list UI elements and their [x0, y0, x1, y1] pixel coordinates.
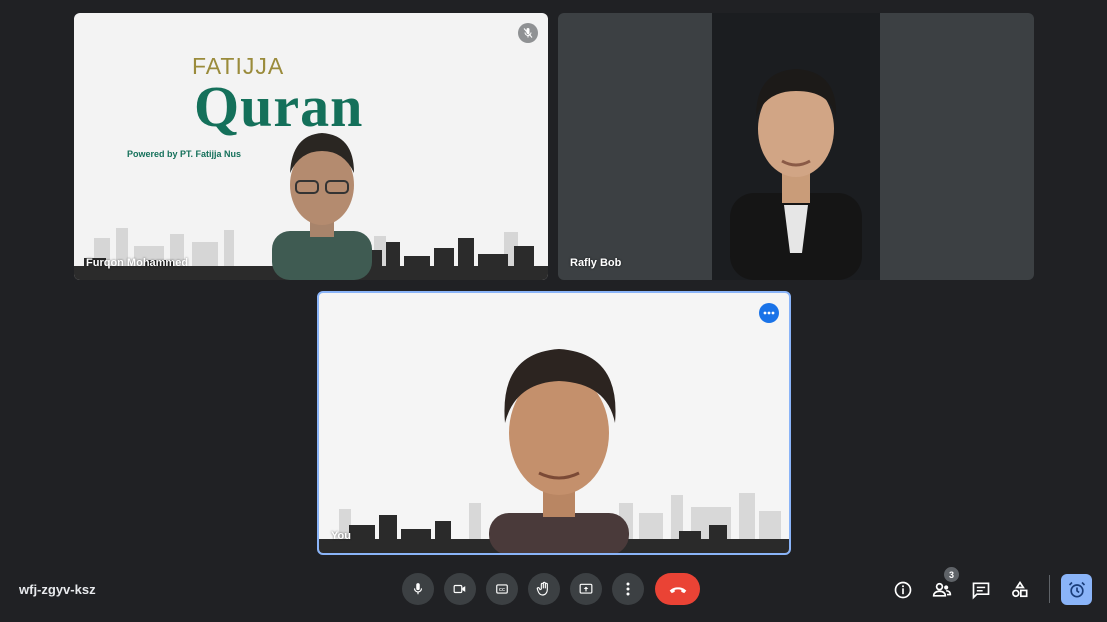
shapes-icon [1012, 580, 1028, 598]
meeting-info-button[interactable] [891, 578, 915, 602]
activities-button[interactable] [1008, 578, 1032, 602]
more-horiz-icon[interactable] [759, 303, 779, 323]
camera-button[interactable] [444, 573, 476, 605]
toolbar-divider [1049, 575, 1050, 603]
people-count-badge: 3 [944, 567, 959, 582]
participant-video-person [730, 69, 862, 280]
raise-hand-icon [536, 581, 548, 596]
mic-off-icon [518, 23, 538, 43]
captions-button[interactable]: CC [486, 573, 518, 605]
brand-subtitle: Powered by PT. Fatijja Nus [127, 149, 242, 159]
meeting-code: wfj-zgyv-ksz [19, 582, 96, 597]
participant-video [712, 13, 880, 280]
alarm-icon [1068, 581, 1085, 597]
host-controls-button[interactable] [1061, 574, 1092, 605]
participant-tile-rafly[interactable]: Rafly Bob [558, 13, 1034, 280]
participant-name: You [331, 530, 351, 542]
end-call-button[interactable] [655, 573, 700, 605]
people-icon [932, 582, 952, 597]
participant-video-person [272, 133, 372, 280]
participant-video-person [489, 349, 629, 553]
participant-tile-self[interactable]: You [317, 291, 791, 555]
present-screen-icon [579, 583, 593, 594]
more-vert-icon [626, 582, 630, 596]
meet-stage: FATIJJA Quran Powered by PT. Fatijja Nus… [0, 0, 1107, 622]
videocam-icon [453, 584, 466, 594]
more-options-button[interactable] [612, 573, 644, 605]
call-end-icon [669, 587, 686, 594]
mic-icon [413, 583, 423, 595]
participant-tile-furqon[interactable]: FATIJJA Quran Powered by PT. Fatijja Nus… [74, 13, 548, 280]
closed-caption-icon: CC [496, 584, 508, 594]
chat-icon [972, 582, 990, 600]
participant-name: Furqon Mohammed [86, 257, 189, 269]
participant-name: Rafly Bob [570, 257, 622, 269]
present-button[interactable] [570, 573, 602, 605]
chat-button[interactable] [969, 578, 993, 602]
info-icon [894, 581, 912, 599]
raise-hand-button[interactable] [528, 573, 560, 605]
mic-button[interactable] [402, 573, 434, 605]
svg-text:CC: CC [499, 587, 505, 592]
